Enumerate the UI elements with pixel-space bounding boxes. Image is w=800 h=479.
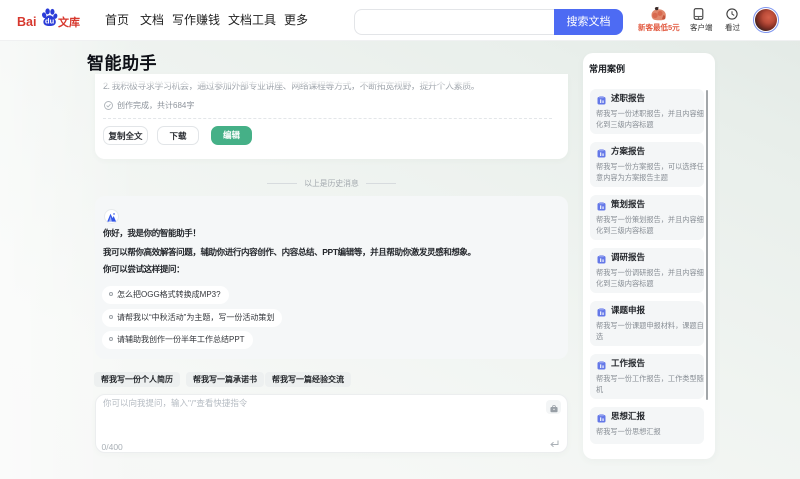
svg-text:du: du (45, 16, 55, 25)
